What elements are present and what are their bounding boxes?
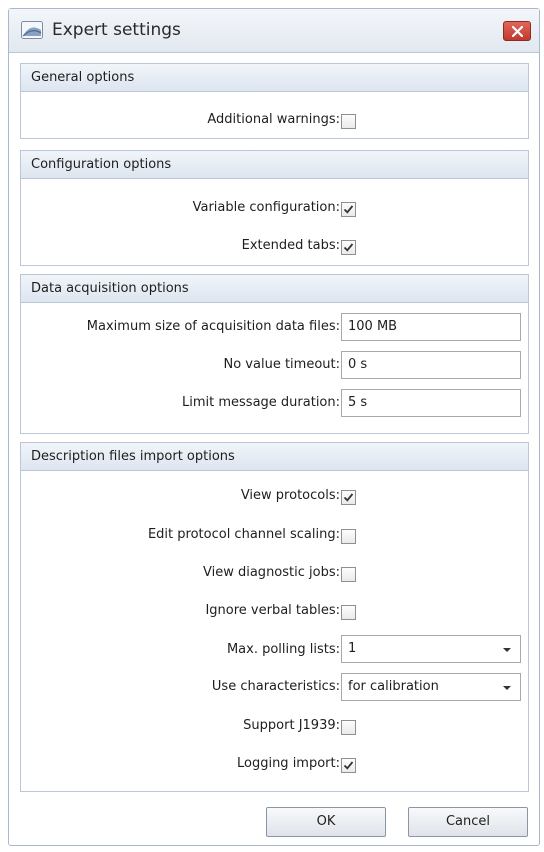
ignore-verbal-tables-label: Ignore verbal tables: (205, 603, 340, 618)
ok-button[interactable]: OK (266, 807, 386, 837)
logging-import-label: Logging import: (236, 756, 340, 771)
close-icon (512, 26, 523, 37)
title-bar: Expert settings (9, 9, 539, 53)
close-button[interactable] (503, 21, 531, 41)
max-polling-lists-label: Max. polling lists: (226, 642, 340, 657)
checkmark-icon (343, 761, 354, 770)
description-import-options-group: Description files import options View pr… (20, 442, 529, 792)
no-value-timeout-input[interactable]: 0 s (341, 351, 521, 379)
variable-configuration-checkbox[interactable] (341, 202, 356, 217)
configuration-options-header: Configuration options (21, 151, 528, 179)
view-protocols-checkbox[interactable] (341, 490, 356, 505)
view-diagnostic-jobs-label: View diagnostic jobs: (203, 565, 340, 580)
checkmark-icon (343, 243, 354, 252)
extended-tabs-label: Extended tabs: (241, 238, 340, 253)
expert-settings-dialog: Expert settings General options Addition… (8, 8, 540, 846)
max-polling-lists-value: 1 (348, 641, 357, 656)
limit-message-duration-label: Limit message duration: (182, 395, 340, 410)
max-polling-lists-select[interactable]: 1 (341, 635, 521, 663)
additional-warnings-checkbox[interactable] (341, 114, 356, 129)
use-characteristics-select[interactable]: for calibration (341, 673, 521, 701)
use-characteristics-value: for calibration (348, 679, 439, 694)
cancel-button[interactable]: Cancel (408, 807, 528, 837)
support-j1939-label: Support J1939: (243, 718, 340, 733)
configuration-options-group: Configuration options Variable configura… (20, 150, 529, 266)
max-acquisition-size-label: Maximum size of acquisition data files: (86, 319, 340, 334)
chevron-down-icon (503, 648, 511, 652)
limit-message-duration-input[interactable]: 5 s (341, 389, 521, 417)
window-app-icon (21, 21, 43, 39)
edit-protocol-scaling-label: Edit protocol channel scaling: (147, 527, 340, 542)
data-acquisition-options-header: Data acquisition options (21, 275, 528, 303)
support-j1939-checkbox[interactable] (341, 720, 356, 735)
additional-warnings-label: Additional warnings: (207, 112, 340, 127)
view-diagnostic-jobs-checkbox[interactable] (341, 567, 356, 582)
edit-protocol-scaling-checkbox[interactable] (341, 529, 356, 544)
max-acquisition-size-input[interactable]: 100 MB (341, 313, 521, 341)
use-characteristics-label: Use characteristics: (211, 679, 340, 694)
chevron-down-icon (503, 686, 511, 690)
data-acquisition-options-group: Data acquisition options Maximum size of… (20, 274, 529, 434)
checkmark-icon (343, 205, 354, 214)
ignore-verbal-tables-checkbox[interactable] (341, 605, 356, 620)
logging-import-checkbox[interactable] (341, 758, 356, 773)
view-protocols-label: View protocols: (240, 488, 340, 503)
variable-configuration-label: Variable configuration: (192, 200, 340, 215)
checkmark-icon (343, 493, 354, 502)
description-import-options-header: Description files import options (21, 443, 528, 471)
no-value-timeout-label: No value timeout: (223, 357, 341, 372)
general-options-group: General options Additional warnings: (20, 63, 529, 139)
window-title: Expert settings (52, 20, 181, 40)
general-options-header: General options (21, 64, 528, 92)
extended-tabs-checkbox[interactable] (341, 240, 356, 255)
